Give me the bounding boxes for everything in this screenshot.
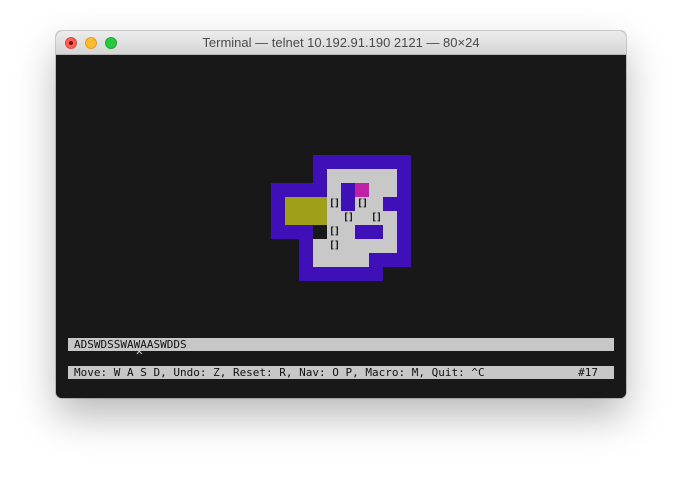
level-number: #17 bbox=[578, 366, 598, 379]
floor bbox=[313, 239, 327, 253]
wall bbox=[313, 169, 327, 183]
box: [] bbox=[369, 211, 383, 225]
status-bar: Move: W A S D, Undo: Z, Reset: R, Nav: O… bbox=[68, 366, 614, 379]
floor bbox=[383, 225, 397, 253]
wall bbox=[313, 155, 411, 169]
wall bbox=[369, 253, 411, 267]
history-cursor: ^ bbox=[136, 349, 143, 362]
wall bbox=[285, 225, 313, 239]
move-history-bar: ADSWDSSWAWAASWDDS bbox=[68, 338, 614, 351]
wall bbox=[355, 225, 383, 239]
floor bbox=[341, 225, 355, 253]
box: [] bbox=[341, 211, 355, 225]
wall bbox=[341, 183, 355, 211]
box: [] bbox=[355, 197, 369, 211]
window-title: Terminal — telnet 10.192.91.190 2121 — 8… bbox=[202, 35, 480, 50]
title-bar[interactable]: Terminal — telnet 10.192.91.190 2121 — 8… bbox=[56, 31, 626, 55]
wall bbox=[271, 197, 285, 239]
box: [] bbox=[327, 239, 341, 253]
wall bbox=[299, 239, 313, 281]
floor bbox=[327, 169, 397, 183]
floor bbox=[313, 253, 369, 267]
goal-zone bbox=[285, 197, 327, 225]
terminal-window: Terminal — telnet 10.192.91.190 2121 — 8… bbox=[56, 31, 626, 398]
box: [] bbox=[327, 197, 341, 211]
box: [] bbox=[327, 225, 341, 239]
controls-help: Move: W A S D, Undo: Z, Reset: R, Nav: O… bbox=[74, 366, 485, 379]
move-history: ADSWDSSWAWAASWDDS bbox=[74, 338, 187, 351]
wall bbox=[313, 267, 383, 281]
floor bbox=[355, 239, 383, 253]
wall bbox=[271, 183, 327, 197]
player bbox=[355, 183, 369, 197]
terminal-screen[interactable]: [] [] [] [] [] [] ADSWDSSWAWAASWDDS ^ Mo… bbox=[56, 55, 626, 398]
wall bbox=[397, 169, 411, 253]
wall bbox=[383, 197, 397, 211]
